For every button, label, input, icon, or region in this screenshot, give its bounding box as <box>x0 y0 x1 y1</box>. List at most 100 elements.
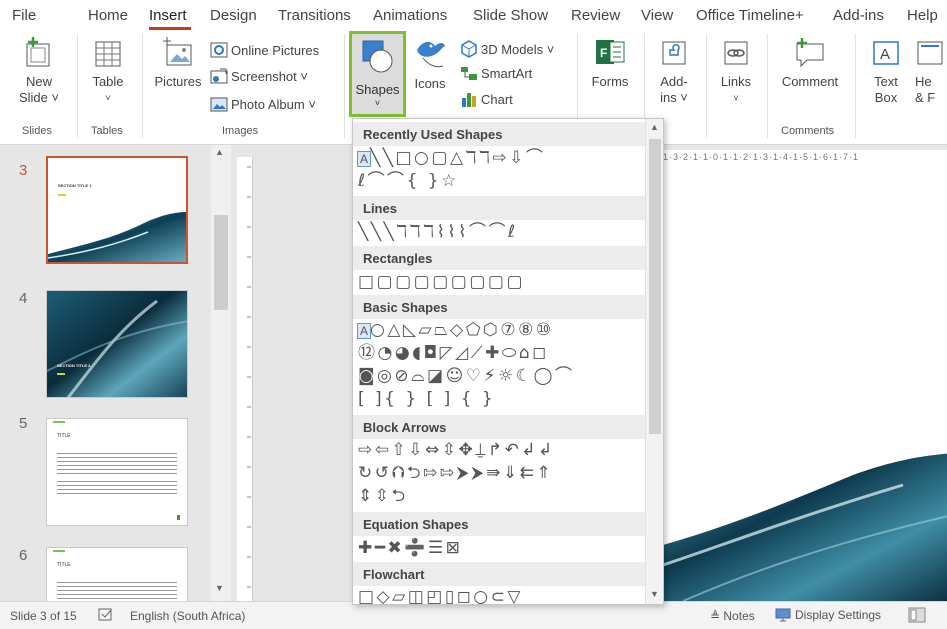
links-button[interactable]: Links ˅ <box>714 36 758 106</box>
wave-image <box>47 291 187 397</box>
icons-button[interactable]: Icons <box>410 36 450 92</box>
scrollbar-thumb[interactable] <box>649 139 661 434</box>
slide-counter[interactable]: Slide 3 of 15 <box>10 609 77 623</box>
shape-glyphs[interactable]: ╲╲□○▢△ℸℸ⇨⇩⌒ <box>370 148 545 168</box>
text-box-button[interactable]: A Text Box <box>864 36 908 106</box>
shape-row-rectangles[interactable]: □▢▢▢▢▢▢▢▢ <box>358 271 525 293</box>
shape-row-basic-2[interactable]: ⑫◔◕◖◘◸◿⟋✚⬭⌂◻ <box>358 342 549 364</box>
wave-image <box>48 212 186 262</box>
slide-thumbnail-5[interactable]: TITLE <box>46 418 188 526</box>
new-slide-button[interactable]: New Slide ˅ <box>14 36 64 106</box>
tab-animations[interactable]: Animations <box>373 7 447 24</box>
new-slide-label-2: Slide ˅ <box>18 90 60 105</box>
text-box-label-1: Text <box>874 74 898 89</box>
group-label-images: Images <box>222 125 259 137</box>
scroll-down-icon[interactable]: ▼ <box>215 583 224 593</box>
slide-thumbnail-pane: 3 SECTION TITLE 1 4 SECTION TITLE 2 5 TI… <box>0 145 233 603</box>
slide-6-title: TITLE <box>57 562 71 568</box>
tab-review[interactable]: Review <box>571 7 620 24</box>
slide-5-title: TITLE <box>57 433 71 439</box>
svg-text:A: A <box>880 46 890 63</box>
accent-line <box>53 550 65 552</box>
scrollbar-thumb[interactable] <box>214 215 228 310</box>
language-indicator[interactable]: English (South Africa) <box>130 609 245 623</box>
shapes-icon <box>362 40 393 73</box>
accent-line <box>57 373 65 375</box>
slide-canvas[interactable] <box>663 165 947 601</box>
tab-office-timeline[interactable]: Office Timeline+ <box>696 7 804 24</box>
header-footer-button[interactable]: He & F <box>915 36 947 106</box>
3d-models-button[interactable]: 3D Models ˅ <box>460 40 554 58</box>
tab-file[interactable]: File <box>12 7 36 24</box>
tab-help[interactable]: Help <box>907 7 938 24</box>
tab-view[interactable]: View <box>641 7 673 24</box>
textbox-shape[interactable]: A <box>356 323 372 339</box>
photo-album-label: Photo Album ˅ <box>231 96 316 112</box>
normal-view-icon[interactable] <box>908 607 926 623</box>
chart-button[interactable]: Chart <box>460 90 513 108</box>
link-icon <box>724 41 748 65</box>
shape-row-basic-1[interactable]: A ○△◺▱⏢◇⬠⬡⑦⑧⑩ <box>356 319 554 341</box>
shape-row-equation[interactable]: ✚━✖➗☰⊠ <box>358 537 462 559</box>
scroll-up-icon[interactable]: ▲ <box>650 122 659 132</box>
tab-design[interactable]: Design <box>210 7 257 24</box>
slide-thumbnail-3[interactable]: SECTION TITLE 1 <box>46 156 188 264</box>
shape-row-arrows-3[interactable]: ⇕⇳⮌ <box>358 485 408 507</box>
notes-button[interactable]: ≜ Notes <box>710 609 755 623</box>
online-pictures-button[interactable]: Online Pictures <box>210 42 319 58</box>
tab-add-ins[interactable]: Add-ins <box>833 7 884 24</box>
shape-row-arrows-1[interactable]: ⇨⇦⇧⇩⇔⇳✥⍊↱↶↲↲ <box>358 439 555 461</box>
shape-row-flowchart[interactable]: □◇▱◫◰▯◻○⊂▽ <box>358 586 523 604</box>
comment-button[interactable]: Comment <box>776 36 844 90</box>
textbox-shape[interactable]: A <box>356 151 372 167</box>
shape-row-basic-4[interactable]: [ ]{ } [ ] { } <box>358 388 495 410</box>
text-box-icon: A <box>873 41 899 65</box>
bird-icon <box>417 41 445 68</box>
pictures-icon <box>163 37 192 66</box>
scroll-up-icon[interactable]: ▲ <box>215 147 224 157</box>
smartart-button[interactable]: SmartArt <box>460 65 532 81</box>
shape-glyphs[interactable]: ○△◺▱⏢◇⬠⬡⑦⑧⑩ <box>370 320 554 340</box>
forms-label: Forms <box>591 74 629 89</box>
monitor-icon <box>775 608 791 622</box>
tab-home[interactable]: Home <box>88 7 128 24</box>
add-ins-button[interactable]: Add- ins ˅ <box>652 36 696 106</box>
shape-row-lines[interactable]: ╲╲╲ℸℸℸ⌇⌇⌇⌒⌒ℓ <box>358 221 518 243</box>
screenshot-button[interactable]: Screenshot ˅ <box>210 68 308 84</box>
section-equation-shapes: Equation Shapes <box>353 512 645 536</box>
section-basic-shapes: Basic Shapes <box>353 295 645 319</box>
tab-slide-show[interactable]: Slide Show <box>473 7 548 24</box>
status-bar: Slide 3 of 15 English (South Africa) ≜ N… <box>0 601 947 629</box>
ruler-ticks <box>247 166 251 588</box>
shape-row-arrows-2[interactable]: ↻↺⮉⮌⇰⇰⮞⮞⇛⇓⇇⇑ <box>358 462 553 484</box>
tab-insert[interactable]: Insert <box>149 7 187 24</box>
scroll-down-icon[interactable]: ▼ <box>650 589 659 599</box>
photo-album-button[interactable]: Photo Album ˅ <box>210 96 316 112</box>
slide-3-title: SECTION TITLE 1 <box>58 183 92 188</box>
shapes-scrollbar[interactable]: ▲ ▼ <box>645 119 663 604</box>
slide-thumbnail-6[interactable]: TITLE <box>46 547 188 603</box>
online-pictures-label: Online Pictures <box>231 42 320 58</box>
shapes-button[interactable]: Shapes ˅ <box>349 31 406 117</box>
shape-row-recent-2[interactable]: ℓ⌒⌒{ }☆ <box>358 170 459 192</box>
slide-thumbnail-4[interactable]: SECTION TITLE 2 <box>46 290 188 398</box>
photo-album-icon <box>210 97 228 112</box>
powerpoint-window: File Home Insert Design Transitions Anim… <box>0 0 947 629</box>
shape-row-basic-3[interactable]: ◙◎⊘⌓◪☺♡⚡☼☾◯⌒ <box>358 365 575 387</box>
forms-button[interactable]: F Forms <box>586 36 634 90</box>
spell-check-icon[interactable] <box>98 608 114 622</box>
thumbnail-scrollbar[interactable]: ▲ ▼ <box>211 145 231 601</box>
slide-number-3: 3 <box>19 162 28 179</box>
tab-transitions[interactable]: Transitions <box>278 7 351 24</box>
section-flowchart: Flowchart <box>353 562 645 586</box>
text-box-label-2: Box <box>874 90 898 105</box>
shape-row-recent-1[interactable]: A ╲╲□○▢△ℸℸ⇨⇩⌒ <box>356 147 545 169</box>
pictures-button[interactable]: Pictures <box>152 36 204 90</box>
accent-line <box>53 421 65 423</box>
table-button[interactable]: Table ˅ <box>86 36 130 106</box>
comment-icon <box>796 38 824 68</box>
header-footer-label-1: He <box>915 74 932 89</box>
header-footer-icon <box>917 41 943 65</box>
display-settings-button[interactable]: Display Settings <box>775 605 885 625</box>
group-label-tables: Tables <box>91 125 123 137</box>
